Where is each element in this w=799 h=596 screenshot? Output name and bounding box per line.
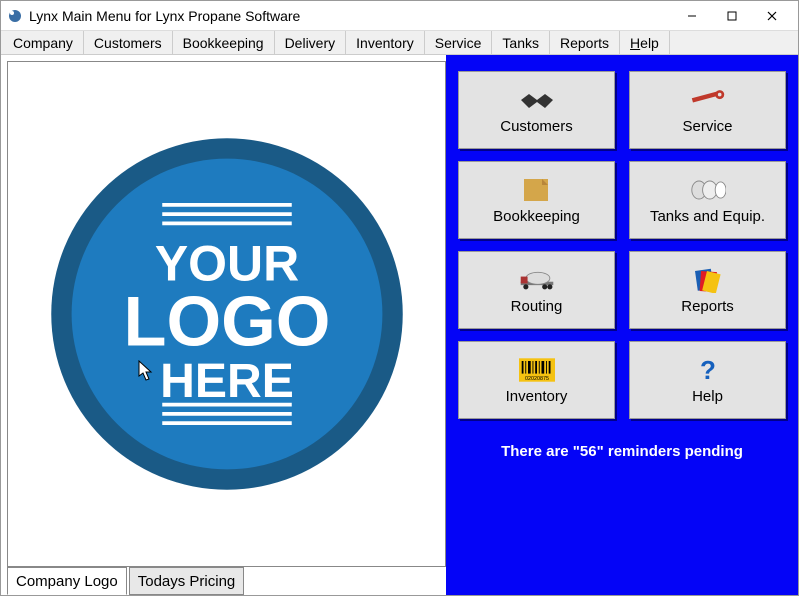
menu-delivery[interactable]: Delivery	[275, 31, 347, 54]
tile-reports[interactable]: Reports	[629, 251, 786, 329]
close-button[interactable]	[752, 2, 792, 30]
wrench-icon	[690, 86, 726, 114]
tile-routing[interactable]: Routing	[458, 251, 615, 329]
app-icon	[7, 8, 23, 24]
paper-icon	[519, 176, 555, 204]
tile-grid: Customers Service Bookkeeping Tanks and Equ…	[458, 71, 786, 419]
tile-label: Bookkeeping	[493, 208, 580, 225]
menu-inventory[interactable]: Inventory	[346, 31, 425, 54]
tile-label: Customers	[500, 118, 573, 135]
menu-company[interactable]: Company	[3, 31, 84, 54]
reminder-text: There are "56" reminders pending	[458, 443, 786, 460]
left-panel: YOUR LOGO HERE Company LogoTodays Pricin…	[1, 55, 446, 595]
barcode-icon: 02020875	[519, 356, 555, 384]
svg-text:HERE: HERE	[160, 354, 294, 408]
question-icon: ?	[690, 356, 726, 384]
tile-service[interactable]: Service	[629, 71, 786, 149]
svg-text:LOGO: LOGO	[123, 281, 330, 360]
right-panel: Customers Service Bookkeeping Tanks and Equ…	[446, 55, 798, 595]
truck-icon	[519, 266, 555, 294]
maximize-button[interactable]	[712, 2, 752, 30]
menu-bookkeeping[interactable]: Bookkeeping	[173, 31, 275, 54]
window-title: Lynx Main Menu for Lynx Propane Software	[29, 8, 672, 24]
company-logo-image: YOUR LOGO HERE	[42, 129, 412, 499]
tabs: Company LogoTodays Pricing	[7, 567, 446, 595]
svg-text:?: ?	[700, 357, 716, 383]
svg-text:02020875: 02020875	[525, 375, 549, 381]
handshake-icon	[519, 86, 555, 114]
menu-customers[interactable]: Customers	[84, 31, 173, 54]
logo-frame: YOUR LOGO HERE	[7, 61, 446, 567]
tab-company-logo[interactable]: Company Logo	[7, 567, 127, 595]
tile-label: Routing	[511, 298, 563, 315]
tile-bookkeeping[interactable]: Bookkeeping	[458, 161, 615, 239]
tile-inventory[interactable]: 02020875 Inventory	[458, 341, 615, 419]
window-controls	[672, 2, 792, 30]
tile-customers[interactable]: Customers	[458, 71, 615, 149]
content-area: YOUR LOGO HERE Company LogoTodays Pricin…	[1, 55, 798, 595]
tile-tanks-and-equip[interactable]: Tanks and Equip.	[629, 161, 786, 239]
tile-label: Tanks and Equip.	[650, 208, 765, 225]
menubar: CompanyCustomersBookkeepingDeliveryInven…	[1, 31, 798, 55]
tile-label: Reports	[681, 298, 734, 315]
menu-tanks[interactable]: Tanks	[492, 31, 550, 54]
tile-label: Inventory	[506, 388, 568, 405]
titlebar: Lynx Main Menu for Lynx Propane Software	[1, 1, 798, 31]
minimize-button[interactable]	[672, 2, 712, 30]
menu-service[interactable]: Service	[425, 31, 493, 54]
menu-help[interactable]: Help	[620, 31, 670, 54]
tile-label: Help	[692, 388, 723, 405]
tile-label: Service	[682, 118, 732, 135]
tab-todays-pricing[interactable]: Todays Pricing	[129, 567, 245, 595]
menu-reports[interactable]: Reports	[550, 31, 620, 54]
tanks-icon	[690, 176, 726, 204]
app-window: Lynx Main Menu for Lynx Propane Software…	[0, 0, 799, 596]
folders-icon	[690, 266, 726, 294]
tile-help[interactable]: ? Help	[629, 341, 786, 419]
